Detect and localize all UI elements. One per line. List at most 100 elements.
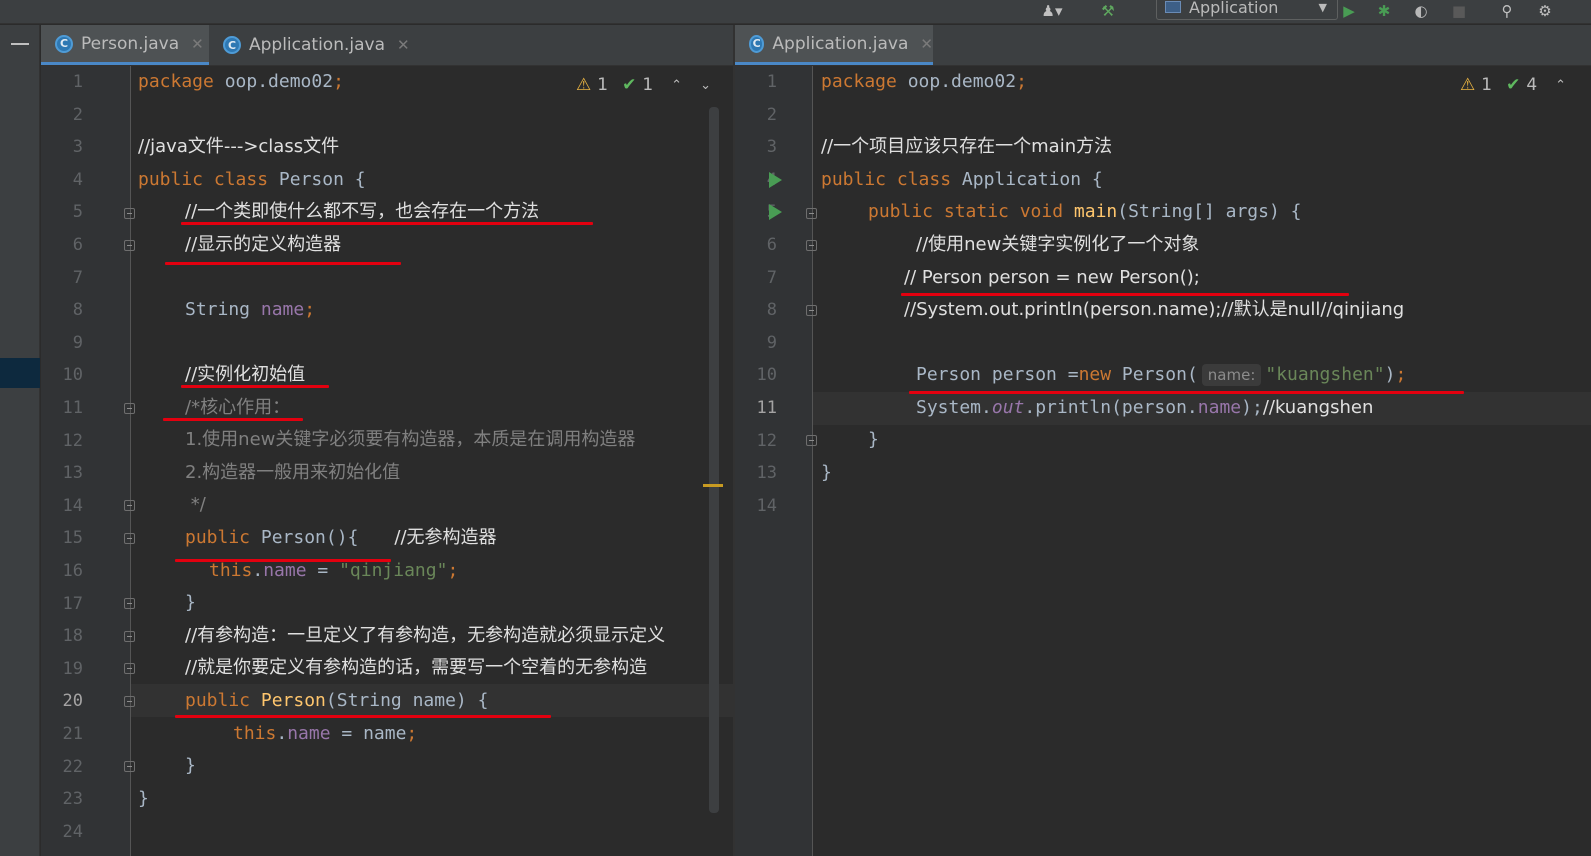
tab-application-java[interactable]: C Application.java ✕ [209,25,419,65]
line-number: 3 [41,131,130,164]
line-number-text: 10 [756,365,777,386]
line-number-text: 20 [62,691,83,712]
inspection-widget[interactable]: ⚠ 1 ✔ 4 ⌃ [1460,75,1566,95]
close-icon[interactable]: ✕ [920,35,933,53]
line-number: 1 [41,66,130,99]
line-number: 16 [41,555,130,588]
line-number: 11 [41,392,130,425]
line-number-text: 2 [766,104,777,125]
line-number-text: 15 [62,528,83,549]
code-editor[interactable]: package oop.demo02; //一个项目应该只存在一个main方法 … [821,66,1591,856]
line-number-text: 6 [766,235,777,255]
search-icon[interactable]: ⚲ [1495,0,1519,22]
fold-marker-icon[interactable] [124,208,135,219]
scroll-warning-marker[interactable] [703,484,723,487]
ok-count: 4 [1526,75,1538,95]
line-number: 7 [735,262,812,295]
tab-label: Application.java [249,35,386,55]
fold-marker-icon[interactable] [806,240,817,251]
code-line-1: package oop.demo02; [821,71,1027,92]
line-number-text: 16 [62,561,83,581]
fold-marker-icon[interactable] [124,631,135,642]
vertical-scrollbar[interactable] [709,107,719,813]
fold-marker-icon[interactable] [124,500,135,511]
code-line-15: public Person(){//无参构造器 [185,527,497,548]
tab-application-java[interactable]: C Application.java ✕ [735,25,933,65]
fold-marker-icon[interactable] [124,403,135,414]
coverage-icon[interactable]: ◐ [1408,0,1434,22]
editor-pane-application: C Application.java ✕ 1 2 3 4 5 6 7 8 9 10 11 12 13 14… [735,25,1591,856]
fold-marker-icon[interactable] [124,240,135,251]
code-line-14: */ [185,494,206,515]
code-line-13: 2.构造器一般用来初始化值 [185,462,401,483]
line-number: 13 [735,457,812,490]
line-number-text: 23 [62,789,83,810]
java-class-icon: C [749,34,765,53]
line-number-text: 2 [72,104,83,125]
line-number: 19 [41,653,130,686]
fold-marker-icon[interactable] [124,696,135,707]
line-number: 5 [41,196,130,229]
line-number: 2 [735,99,812,132]
line-number: 7 [41,262,130,295]
build-hammer-icon[interactable]: ⚒ [1096,0,1120,22]
close-icon[interactable]: ✕ [191,35,204,53]
run-icon[interactable]: ▶ [1337,0,1361,22]
editor-pane-person: C Person.java ✕ C Application.java ✕ 123… [41,25,733,856]
line-number-text: 17 [62,593,83,614]
tab-person-java[interactable]: C Person.java ✕ [41,25,209,65]
line-number: 24 [41,816,130,849]
code-line-4: public class Application { [821,169,1103,190]
debug-icon[interactable]: ✱ [1372,0,1396,22]
chevron-down-icon[interactable]: ⌄ [700,78,711,93]
line-number-text: 3 [72,137,83,158]
line-number: 10 [41,359,130,392]
line-number: 23 [41,783,130,816]
code-line-1: package oop.demo02; [138,71,344,92]
code-line-22: } [185,755,196,776]
run-gutter-icon[interactable] [769,204,782,220]
annotation-underline [181,385,329,388]
line-number: 3 [735,131,812,164]
run-configuration-select[interactable]: Application ▼ [1156,0,1338,20]
editor-tab-bar: C Person.java ✕ C Application.java ✕ [41,25,733,66]
fold-marker-icon[interactable] [124,663,135,674]
line-number: 6 [41,229,130,262]
check-icon: ✔ [622,75,637,95]
line-number-text: 21 [62,724,83,744]
check-icon: ✔ [1506,75,1521,95]
user-icon[interactable]: ♟▾ [1034,0,1070,22]
fold-marker-icon[interactable] [124,598,135,609]
fold-marker-icon[interactable] [124,761,135,772]
line-number-text: 8 [72,300,83,321]
java-class-icon: C [223,36,241,54]
line-number-text: 12 [756,430,777,451]
line-number-gutter: 1 2 3 4 5 6 7 8 9 10 11 12 13 14 15 16 17 18 19 20 21 22 23 24 [41,66,131,856]
line-number-text: 9 [72,332,83,353]
code-line-13: } [821,462,832,483]
line-number: 11 [735,392,812,425]
line-number-text: 13 [62,463,83,484]
line-number: 4 [41,164,130,197]
tool-strip-selection [0,358,40,388]
fold-marker-icon[interactable] [806,435,817,446]
close-icon[interactable]: ✕ [397,36,410,54]
code-line-3: //一个项目应该只存在一个main方法 [821,136,1113,157]
fold-marker-icon[interactable] [806,305,817,316]
warning-icon: ⚠ [1460,75,1476,95]
code-line-23: } [138,788,149,809]
code-editor[interactable]: package oop.demo02; //java文件--->class文件 … [138,66,708,856]
chevron-up-icon[interactable]: ⌃ [671,78,682,93]
chevron-up-icon[interactable]: ⌃ [1555,78,1566,93]
line-number: 12 [735,425,812,458]
minimize-icon[interactable] [11,43,29,45]
run-gutter-icon[interactable] [769,172,782,188]
code-line-12: } [868,429,879,450]
fold-marker-icon[interactable] [124,533,135,544]
line-number-text: 7 [72,267,83,288]
inspection-widget[interactable]: ⚠ 1 ✔ 1 ⌃ ⌄ [576,75,711,95]
code-line-8: String name; [185,299,316,320]
settings-gear-icon[interactable]: ⚙ [1533,0,1557,22]
fold-marker-icon[interactable] [806,208,817,219]
stop-icon[interactable]: ■ [1449,0,1469,22]
